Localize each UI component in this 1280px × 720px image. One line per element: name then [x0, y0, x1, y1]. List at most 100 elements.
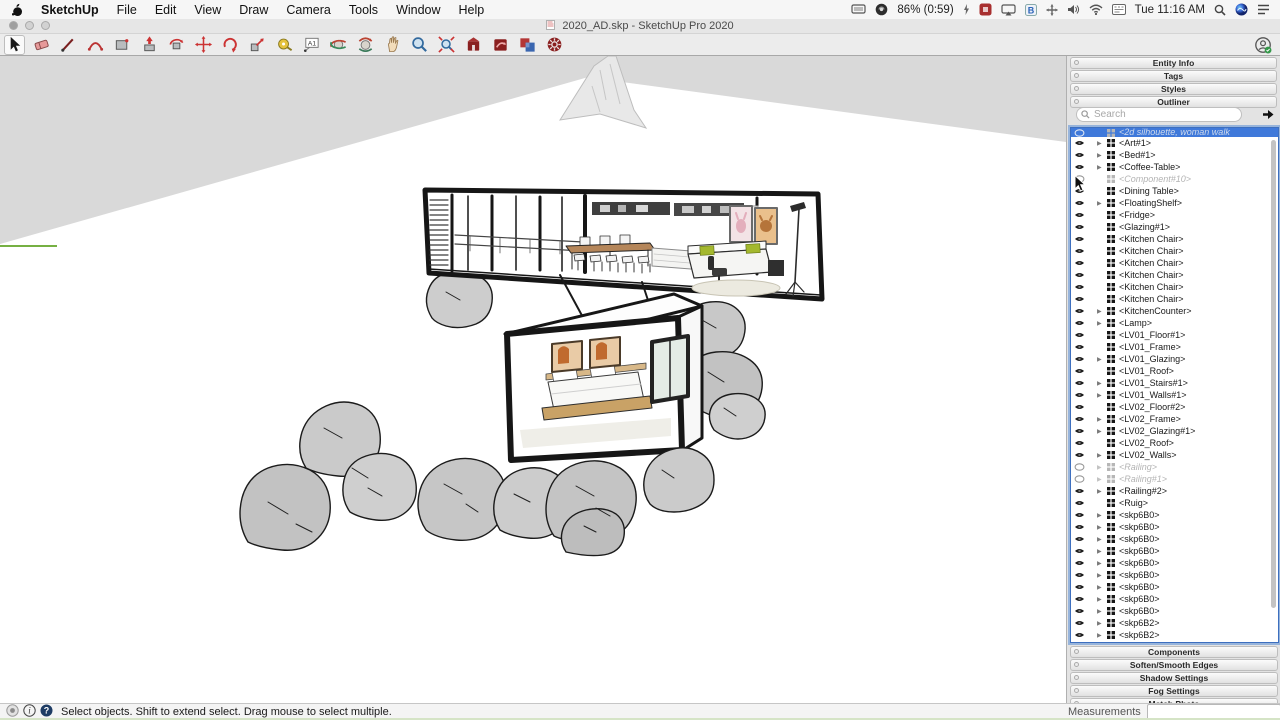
visible-eye-icon[interactable] [1074, 283, 1085, 291]
volume-icon[interactable] [1067, 4, 1080, 15]
recorder-icon[interactable] [875, 3, 888, 16]
outliner-details-button[interactable] [1260, 107, 1276, 122]
eraser-tool[interactable] [31, 35, 52, 55]
visible-eye-icon[interactable] [1074, 139, 1085, 147]
visible-eye-icon[interactable] [1074, 595, 1085, 603]
expand-arrow-icon[interactable]: ▶ [1097, 632, 1105, 639]
section-collapse-dot[interactable] [1074, 60, 1079, 65]
expand-arrow-icon[interactable]: ▶ [1097, 512, 1105, 519]
visible-eye-icon[interactable] [1074, 163, 1085, 171]
outliner-row[interactable]: <LV02_Roof> [1071, 437, 1278, 449]
expand-arrow-icon[interactable]: ▶ [1097, 584, 1105, 591]
outliner-row[interactable]: <Kitchen Chair> [1071, 233, 1278, 245]
airplay-icon[interactable] [1001, 4, 1016, 16]
app-b-icon[interactable]: B [1025, 4, 1037, 16]
outliner-row[interactable]: ▶<LV01_Glazing> [1071, 353, 1278, 365]
visible-eye-icon[interactable] [1074, 427, 1085, 435]
expand-arrow-icon[interactable]: ▶ [1097, 560, 1105, 567]
orbit-tool[interactable] [328, 35, 349, 55]
line-tool[interactable] [58, 35, 79, 55]
section-shadow-settings[interactable]: Shadow Settings [1070, 672, 1278, 684]
text-tool[interactable]: A1 [301, 35, 322, 55]
section-tags[interactable]: Tags [1070, 70, 1277, 82]
outliner-row[interactable]: <Ruig> [1071, 497, 1278, 509]
expand-arrow-icon[interactable]: ▶ [1097, 152, 1105, 159]
section-styles[interactable]: Styles [1070, 83, 1277, 95]
outliner-row[interactable]: <Kitchen Chair> [1071, 257, 1278, 269]
scale-tool[interactable] [247, 35, 268, 55]
push-pull-tool[interactable] [139, 35, 160, 55]
model-viewport[interactable] [0, 56, 1066, 703]
select-tool[interactable] [4, 35, 25, 55]
outliner-row[interactable]: ▶<skp6B0> [1071, 545, 1278, 557]
outliner-row[interactable]: ▶<LV02_Frame> [1071, 413, 1278, 425]
outliner-row[interactable]: ▶<Railing#2> [1071, 485, 1278, 497]
visible-eye-icon[interactable] [1074, 583, 1085, 591]
outliner-row[interactable]: ▶<Bed#1> [1071, 149, 1278, 161]
visible-eye-icon[interactable] [1074, 319, 1085, 327]
minimize-window-button[interactable] [25, 21, 34, 30]
expand-arrow-icon[interactable]: ▶ [1097, 164, 1105, 171]
visible-eye-icon[interactable] [1074, 367, 1085, 375]
rotate-tool[interactable] [220, 35, 241, 55]
outliner-row[interactable]: ▶<FloatingShelf> [1071, 197, 1278, 209]
battery-text[interactable]: 86% (0:59) [897, 4, 953, 16]
outliner-list[interactable]: <2d silhouette, woman walk▶<Art#1>▶<Bed#… [1070, 127, 1279, 643]
menu-draw[interactable]: Draw [230, 3, 277, 17]
outliner-row[interactable]: <Kitchen Chair> [1071, 281, 1278, 293]
outliner-row[interactable]: <Component#10> [1071, 173, 1278, 185]
expand-arrow-icon[interactable]: ▶ [1097, 476, 1105, 483]
menu-view[interactable]: View [185, 3, 230, 17]
expand-arrow-icon[interactable]: ▶ [1097, 392, 1105, 399]
outliner-row[interactable]: ▶<skp6B0> [1071, 557, 1278, 569]
section-entity-info[interactable]: Entity Info [1070, 57, 1277, 69]
visible-eye-icon[interactable] [1074, 223, 1085, 231]
outliner-row[interactable]: <Fridge> [1071, 209, 1278, 221]
outliner-row[interactable]: ▶<skp6B0> [1071, 509, 1278, 521]
share-model-tool[interactable] [490, 35, 511, 55]
menu-help[interactable]: Help [450, 3, 494, 17]
outliner-row[interactable]: <2d silhouette, woman walk [1071, 128, 1278, 137]
outliner-row[interactable]: <LV01_Frame> [1071, 341, 1278, 353]
arc-tool[interactable] [85, 35, 106, 55]
offset-tool[interactable] [166, 35, 187, 55]
visible-eye-icon[interactable] [1074, 559, 1085, 567]
menu-window[interactable]: Window [387, 3, 449, 17]
menu-camera[interactable]: Camera [277, 3, 339, 17]
section-soften-smooth-edges[interactable]: Soften/Smooth Edges [1070, 659, 1278, 671]
expand-arrow-icon[interactable]: ▶ [1097, 380, 1105, 387]
expand-arrow-icon[interactable]: ▶ [1097, 488, 1105, 495]
expand-arrow-icon[interactable]: ▶ [1097, 536, 1105, 543]
outliner-row[interactable]: <Kitchen Chair> [1071, 245, 1278, 257]
walk-tool[interactable] [355, 35, 376, 55]
visible-eye-icon[interactable] [1074, 619, 1085, 627]
visible-eye-icon[interactable] [1074, 307, 1085, 315]
search-input[interactable] [1076, 107, 1242, 122]
expand-arrow-icon[interactable]: ▶ [1097, 416, 1105, 423]
hidden-eye-icon[interactable] [1074, 475, 1085, 483]
expand-arrow-icon[interactable]: ▶ [1097, 356, 1105, 363]
siri-icon[interactable] [1235, 3, 1248, 16]
outliner-row[interactable]: ▶<skp6B0> [1071, 605, 1278, 617]
outliner-row[interactable]: <Dining Table> [1071, 185, 1278, 197]
outliner-row[interactable]: ▶<LV01_Walls#1> [1071, 389, 1278, 401]
visible-eye-icon[interactable] [1074, 247, 1085, 255]
notification-center-icon[interactable] [1257, 4, 1270, 15]
expand-arrow-icon[interactable]: ▶ [1097, 548, 1105, 555]
outliner-row[interactable]: ▶<Lamp> [1071, 317, 1278, 329]
expand-arrow-icon[interactable]: ▶ [1097, 620, 1105, 627]
outliner-row[interactable]: <LV01_Floor#1> [1071, 329, 1278, 341]
record-stop-icon[interactable] [979, 3, 992, 16]
outliner-row[interactable]: ▶<skp6B0> [1071, 593, 1278, 605]
visible-eye-icon[interactable] [1074, 199, 1085, 207]
expand-arrow-icon[interactable]: ▶ [1097, 308, 1105, 315]
outliner-row[interactable]: ▶<LV01_Stairs#1> [1071, 377, 1278, 389]
input-source-icon[interactable] [1112, 4, 1126, 15]
visible-eye-icon[interactable] [1074, 355, 1085, 363]
tape-measure-tool[interactable] [274, 35, 295, 55]
visible-eye-icon[interactable] [1074, 391, 1085, 399]
outliner-row[interactable]: ▶<skp6B2> [1071, 617, 1278, 629]
outliner-row[interactable]: ▶<skp6B0> [1071, 533, 1278, 545]
move-cross-icon[interactable] [1046, 4, 1058, 16]
outliner-scrollbar[interactable] [1271, 140, 1276, 608]
